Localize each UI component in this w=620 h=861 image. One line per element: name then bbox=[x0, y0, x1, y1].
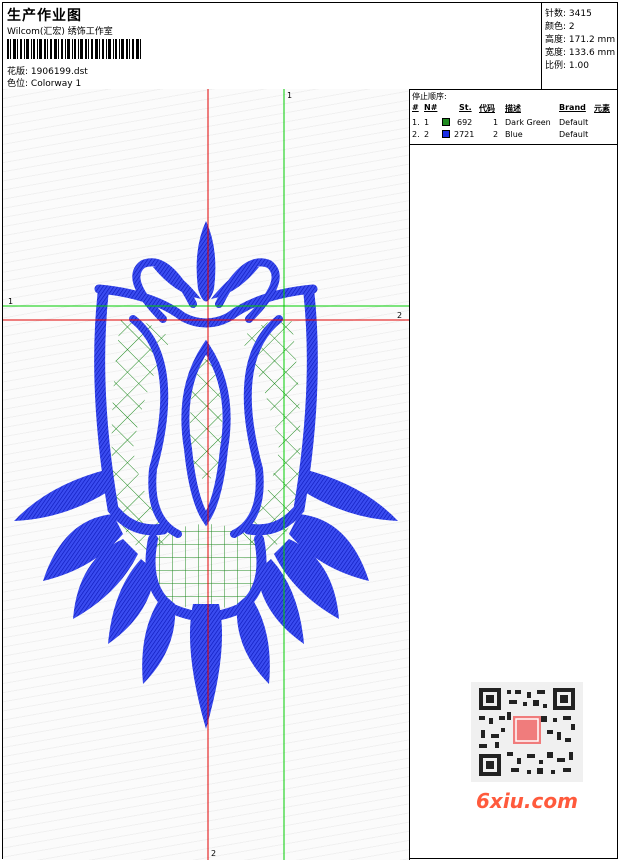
barcode bbox=[7, 39, 141, 59]
row-index: 2. bbox=[412, 130, 420, 139]
crown-leaf-right bbox=[211, 266, 259, 299]
col-brand: Brand bbox=[559, 103, 586, 112]
guide-label-red-right: 2 bbox=[397, 311, 403, 320]
crown-leaf-left bbox=[153, 266, 201, 299]
thread-swatch-blue bbox=[442, 130, 450, 138]
stat-value: 1.00 bbox=[568, 61, 589, 71]
row-code: 1 bbox=[493, 118, 499, 127]
row-needle: 1 bbox=[424, 118, 430, 127]
colorway-label: 色位: bbox=[7, 79, 29, 89]
stat-value: 2 bbox=[568, 22, 575, 32]
row-index: 1. bbox=[412, 118, 420, 127]
stop-sequence-panel: 停止顺序: # N# St. 代码 描述 Brand 元素 1. 1 692 1… bbox=[409, 89, 617, 145]
col-stitches: St. bbox=[459, 103, 472, 112]
col-index: # bbox=[412, 103, 419, 112]
stat-stitches: 针数: 3415 bbox=[545, 6, 592, 19]
stat-colors: 颜色: 2 bbox=[545, 19, 575, 32]
stat-label: 颜色: bbox=[545, 22, 567, 32]
row-brand: Default bbox=[559, 118, 589, 127]
row-desc: Blue bbox=[505, 130, 523, 139]
stop-sequence-title: 停止顺序: bbox=[412, 92, 447, 101]
stat-scale: 比例: 1.00 bbox=[545, 58, 589, 71]
stat-label: 宽度: bbox=[545, 48, 567, 58]
guide-label-red-bottom: 2 bbox=[211, 849, 217, 858]
col-needle: N# bbox=[424, 103, 438, 112]
stat-height: 高度: 171.2 mm bbox=[545, 32, 615, 45]
col-element: 元素 bbox=[594, 104, 610, 113]
stat-label: 高度: bbox=[545, 35, 567, 45]
stat-value: 133.6 mm bbox=[568, 48, 616, 58]
guide-label-green-left: 1 bbox=[8, 297, 14, 306]
stats-panel: 针数: 3415 颜色: 2 高度: 171.2 mm 宽度: 133.6 mm… bbox=[541, 3, 618, 89]
stat-value: 171.2 mm bbox=[568, 35, 616, 45]
col-desc: 描述 bbox=[505, 104, 521, 113]
guide-label-green-top: 1 bbox=[287, 91, 293, 100]
embroidery-preview bbox=[3, 89, 409, 860]
colorway-info: 色位: Colorway 1 bbox=[7, 76, 81, 89]
row-stitches: 692 bbox=[457, 118, 473, 127]
header: 生产作业图 Wilcom(汇宏) 绣饰工作室 花版: 1906199.dst 色… bbox=[3, 3, 617, 90]
row-stitches: 2721 bbox=[454, 130, 475, 139]
row-brand: Default bbox=[559, 130, 589, 139]
stat-label: 比例: bbox=[545, 61, 567, 71]
thread-swatch-green bbox=[442, 118, 450, 126]
colorway-value: Colorway 1 bbox=[30, 79, 82, 89]
page-title: 生产作业图 bbox=[7, 8, 82, 24]
col-code: 代码 bbox=[479, 104, 495, 113]
stat-label: 针数: bbox=[545, 9, 567, 19]
design-canvas[interactable]: 1 1 2 2 bbox=[3, 89, 410, 860]
stat-width: 宽度: 133.6 mm bbox=[545, 45, 615, 58]
row-needle: 2 bbox=[424, 130, 430, 139]
site-watermark-logo: 6xiu.com bbox=[476, 789, 578, 813]
row-code: 2 bbox=[493, 130, 499, 139]
company-name: Wilcom(汇宏) 绣饰工作室 bbox=[7, 27, 113, 37]
crown-leaf bbox=[196, 221, 216, 302]
row-desc: Dark Green bbox=[505, 118, 551, 127]
stat-value: 3415 bbox=[568, 9, 592, 19]
qr-code-watermark bbox=[471, 682, 583, 782]
